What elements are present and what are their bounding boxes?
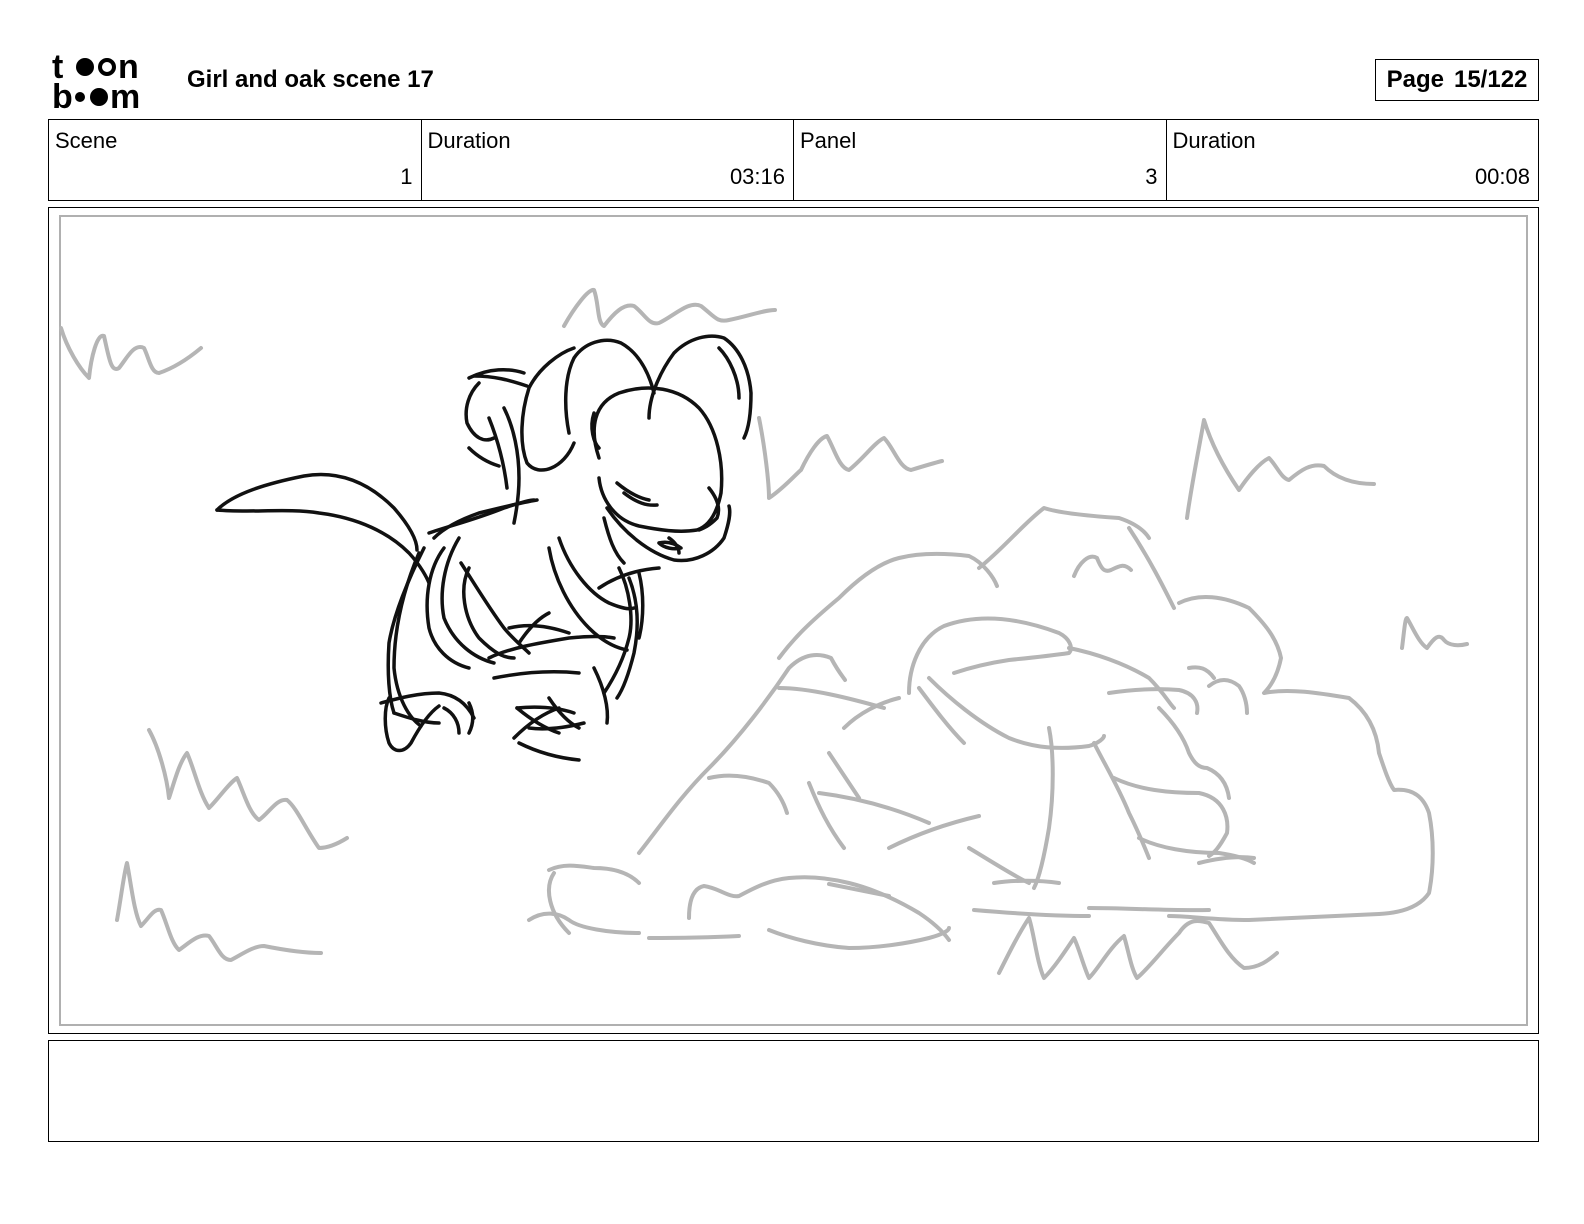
scene-duration-label: Duration bbox=[427, 128, 511, 153]
panel-duration-value: 00:08 bbox=[1474, 164, 1530, 189]
panel-duration-label: Duration bbox=[1172, 128, 1256, 153]
page-indicator: Page 15/122 bbox=[1375, 59, 1539, 101]
scene-cell: Scene 1 bbox=[49, 120, 422, 200]
scene-label: Scene bbox=[55, 128, 118, 153]
scene-duration-cell: Duration 03:16 bbox=[422, 120, 794, 200]
toon-boom-logo-icon: t n b m bbox=[52, 48, 164, 116]
panel-label: Panel bbox=[800, 128, 857, 153]
project-title: Girl and oak scene 17 bbox=[187, 66, 434, 93]
page-label: Page bbox=[1386, 66, 1444, 93]
panel-cell: Panel 3 bbox=[794, 120, 1167, 200]
panel-value: 3 bbox=[1145, 164, 1158, 189]
svg-text:m: m bbox=[110, 78, 140, 112]
storyboard-sketch-icon bbox=[59, 288, 1469, 980]
page-number: 15/122 bbox=[1453, 66, 1528, 93]
scene-duration-value: 03:16 bbox=[729, 164, 785, 189]
svg-text:b: b bbox=[52, 78, 73, 112]
scene-value: 1 bbox=[400, 164, 413, 189]
panel-notes-area[interactable] bbox=[48, 1040, 1539, 1142]
storyboard-panel bbox=[48, 207, 1539, 1034]
panel-duration-cell: Duration 00:08 bbox=[1167, 120, 1539, 200]
panel-info-table: Scene 1 Duration 03:16 Panel 3 Duration … bbox=[48, 119, 1539, 201]
